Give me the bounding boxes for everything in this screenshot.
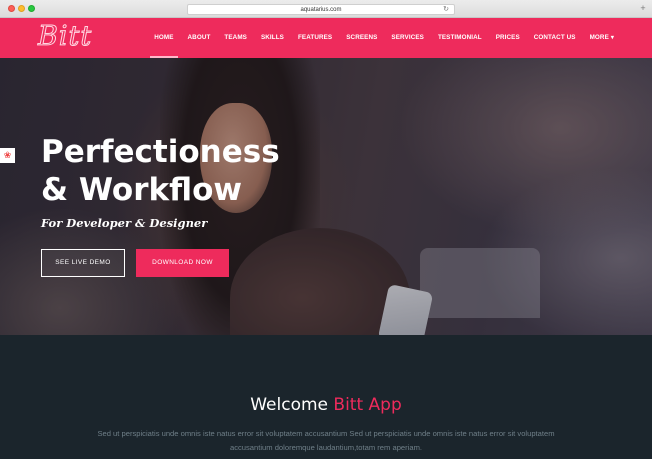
hero-title-line2: & Workflow (41, 172, 243, 208)
reload-icon[interactable]: ↻ (443, 5, 449, 15)
new-tab-icon[interactable]: + (638, 4, 648, 14)
nav-more-label: MORE (589, 34, 609, 41)
nav-teams[interactable]: TEAMS (224, 18, 247, 58)
minimize-window-button[interactable] (18, 5, 25, 12)
hero-section: Perfectioness & Workflow For Developer &… (0, 58, 652, 335)
hero-subtitle: For Developer & Designer (41, 216, 208, 230)
color-switcher-widget[interactable]: ❀ (0, 148, 15, 163)
address-bar[interactable]: aquatarius.com ↻ (187, 4, 455, 15)
welcome-title-main: Welcome (250, 395, 328, 415)
maximize-window-button[interactable] (28, 5, 35, 12)
nav-prices[interactable]: PRICES (496, 18, 520, 58)
nav-testimonial[interactable]: TESTIMONIAL (438, 18, 482, 58)
nav-more[interactable]: MORE ▾ (590, 18, 614, 58)
nav-screens[interactable]: SCREENS (346, 18, 377, 58)
color-wheel-icon: ❀ (3, 150, 12, 160)
hero-title: Perfectioness & Workflow (41, 133, 280, 209)
welcome-title-accent: Bitt App (333, 395, 402, 415)
see-live-demo-button[interactable]: SEE LIVE DEMO (41, 249, 125, 277)
close-window-button[interactable] (8, 5, 15, 12)
nav-features[interactable]: FEATURES (298, 18, 332, 58)
nav-contact-us[interactable]: CONTACT US (534, 18, 576, 58)
logo[interactable]: Bitt (37, 21, 92, 53)
download-now-button[interactable]: DOWNLOAD NOW (136, 249, 229, 277)
caret-down-icon: ▾ (610, 35, 614, 41)
welcome-section: Welcome Bitt App Sed ut perspiciatis und… (0, 335, 652, 459)
address-text: aquatarius.com (300, 7, 342, 13)
nav-skills[interactable]: SKILLS (261, 18, 284, 58)
navbar: Bitt HOME ABOUT TEAMS SKILLS FEATURES SC… (0, 18, 652, 58)
hero-title-line1: Perfectioness (41, 134, 280, 170)
nav-about[interactable]: ABOUT (188, 18, 211, 58)
browser-chrome: aquatarius.com ↻ + (0, 0, 652, 18)
nav-services[interactable]: SERVICES (391, 18, 424, 58)
main-nav: HOME ABOUT TEAMS SKILLS FEATURES SCREENS… (140, 18, 614, 58)
nav-home[interactable]: HOME (150, 18, 178, 58)
welcome-text: Sed ut perspiciatis unde omnis iste natu… (97, 429, 555, 452)
welcome-title: Welcome Bitt App (0, 395, 652, 415)
